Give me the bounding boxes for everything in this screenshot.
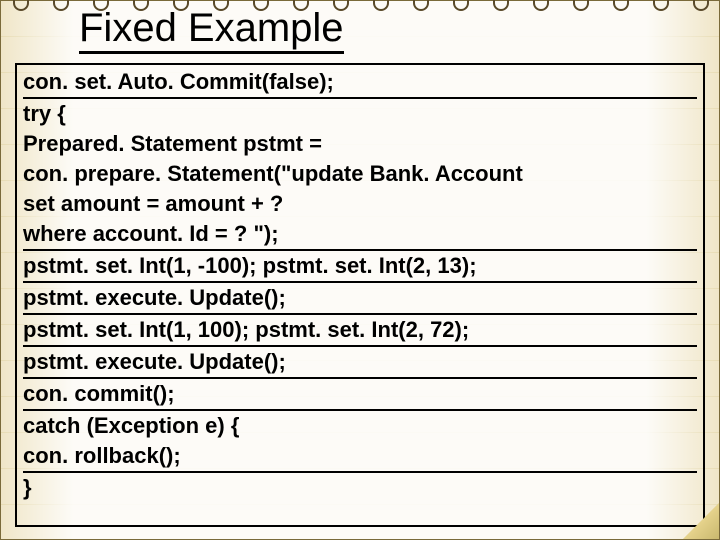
code-line: con. commit();	[23, 379, 697, 411]
code-line: pstmt. set. Int(1, 100); pstmt. set. Int…	[23, 315, 697, 347]
code-line: }	[23, 473, 697, 503]
code-line: where account. Id = ? ");	[23, 219, 697, 251]
code-line: con. set. Auto. Commit(false);	[23, 67, 697, 99]
code-line: try {	[23, 99, 697, 129]
code-line: pstmt. execute. Update();	[23, 283, 697, 315]
code-line: pstmt. execute. Update();	[23, 347, 697, 379]
code-line: catch (Exception e) {	[23, 411, 697, 441]
code-line: con. rollback();	[23, 441, 697, 473]
code-line: pstmt. set. Int(1, -100); pstmt. set. In…	[23, 251, 697, 283]
slide: Fixed Example con. set. Auto. Commit(fal…	[0, 0, 720, 540]
code-line: set amount = amount + ?	[23, 189, 697, 219]
slide-title: Fixed Example	[79, 7, 344, 54]
code-block: con. set. Auto. Commit(false); try { Pre…	[15, 63, 705, 527]
code-line: Prepared. Statement pstmt =	[23, 129, 697, 159]
code-line: con. prepare. Statement("update Bank. Ac…	[23, 159, 697, 189]
